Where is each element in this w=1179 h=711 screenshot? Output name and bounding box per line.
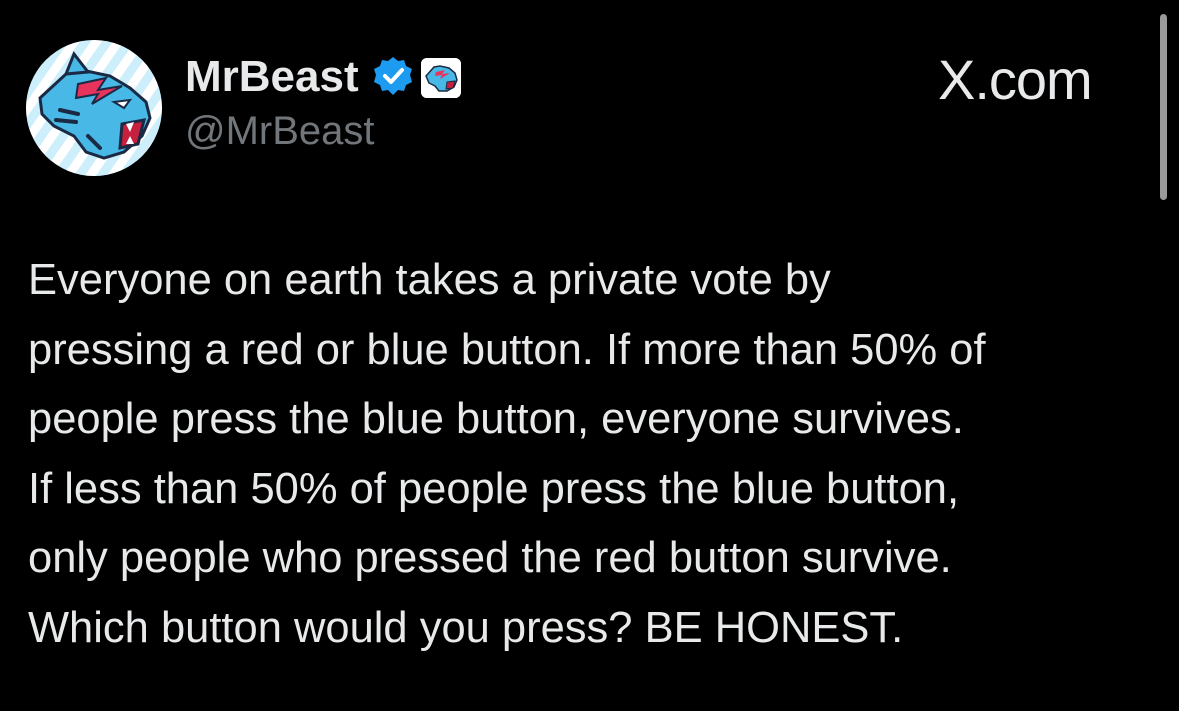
site-label: X.com xyxy=(938,48,1093,111)
author-handle[interactable]: @MrBeast xyxy=(185,108,375,154)
author-display-name[interactable]: MrBeast xyxy=(185,52,359,102)
tweet-line: people press the blue button, everyone s… xyxy=(28,395,964,443)
avatar[interactable] xyxy=(26,40,162,176)
tweet-text: Everyone on earth takes a private vote b… xyxy=(28,246,1168,663)
tweet-line: only people who pressed the red button s… xyxy=(28,534,952,582)
tweet-line: Everyone on earth takes a private vote b… xyxy=(28,256,831,304)
verified-badge-icon xyxy=(374,57,412,95)
mrbeast-panther-logo xyxy=(26,40,162,176)
scrollbar[interactable] xyxy=(1160,14,1167,200)
tweet-line: Which button would you press? BE HONEST. xyxy=(28,603,904,652)
tweet-line: pressing a red or blue button. If more t… xyxy=(28,325,986,374)
tweet-line: If less than 50% of people press the blu… xyxy=(28,464,960,513)
mrbeast-logo-icon[interactable] xyxy=(421,58,461,98)
